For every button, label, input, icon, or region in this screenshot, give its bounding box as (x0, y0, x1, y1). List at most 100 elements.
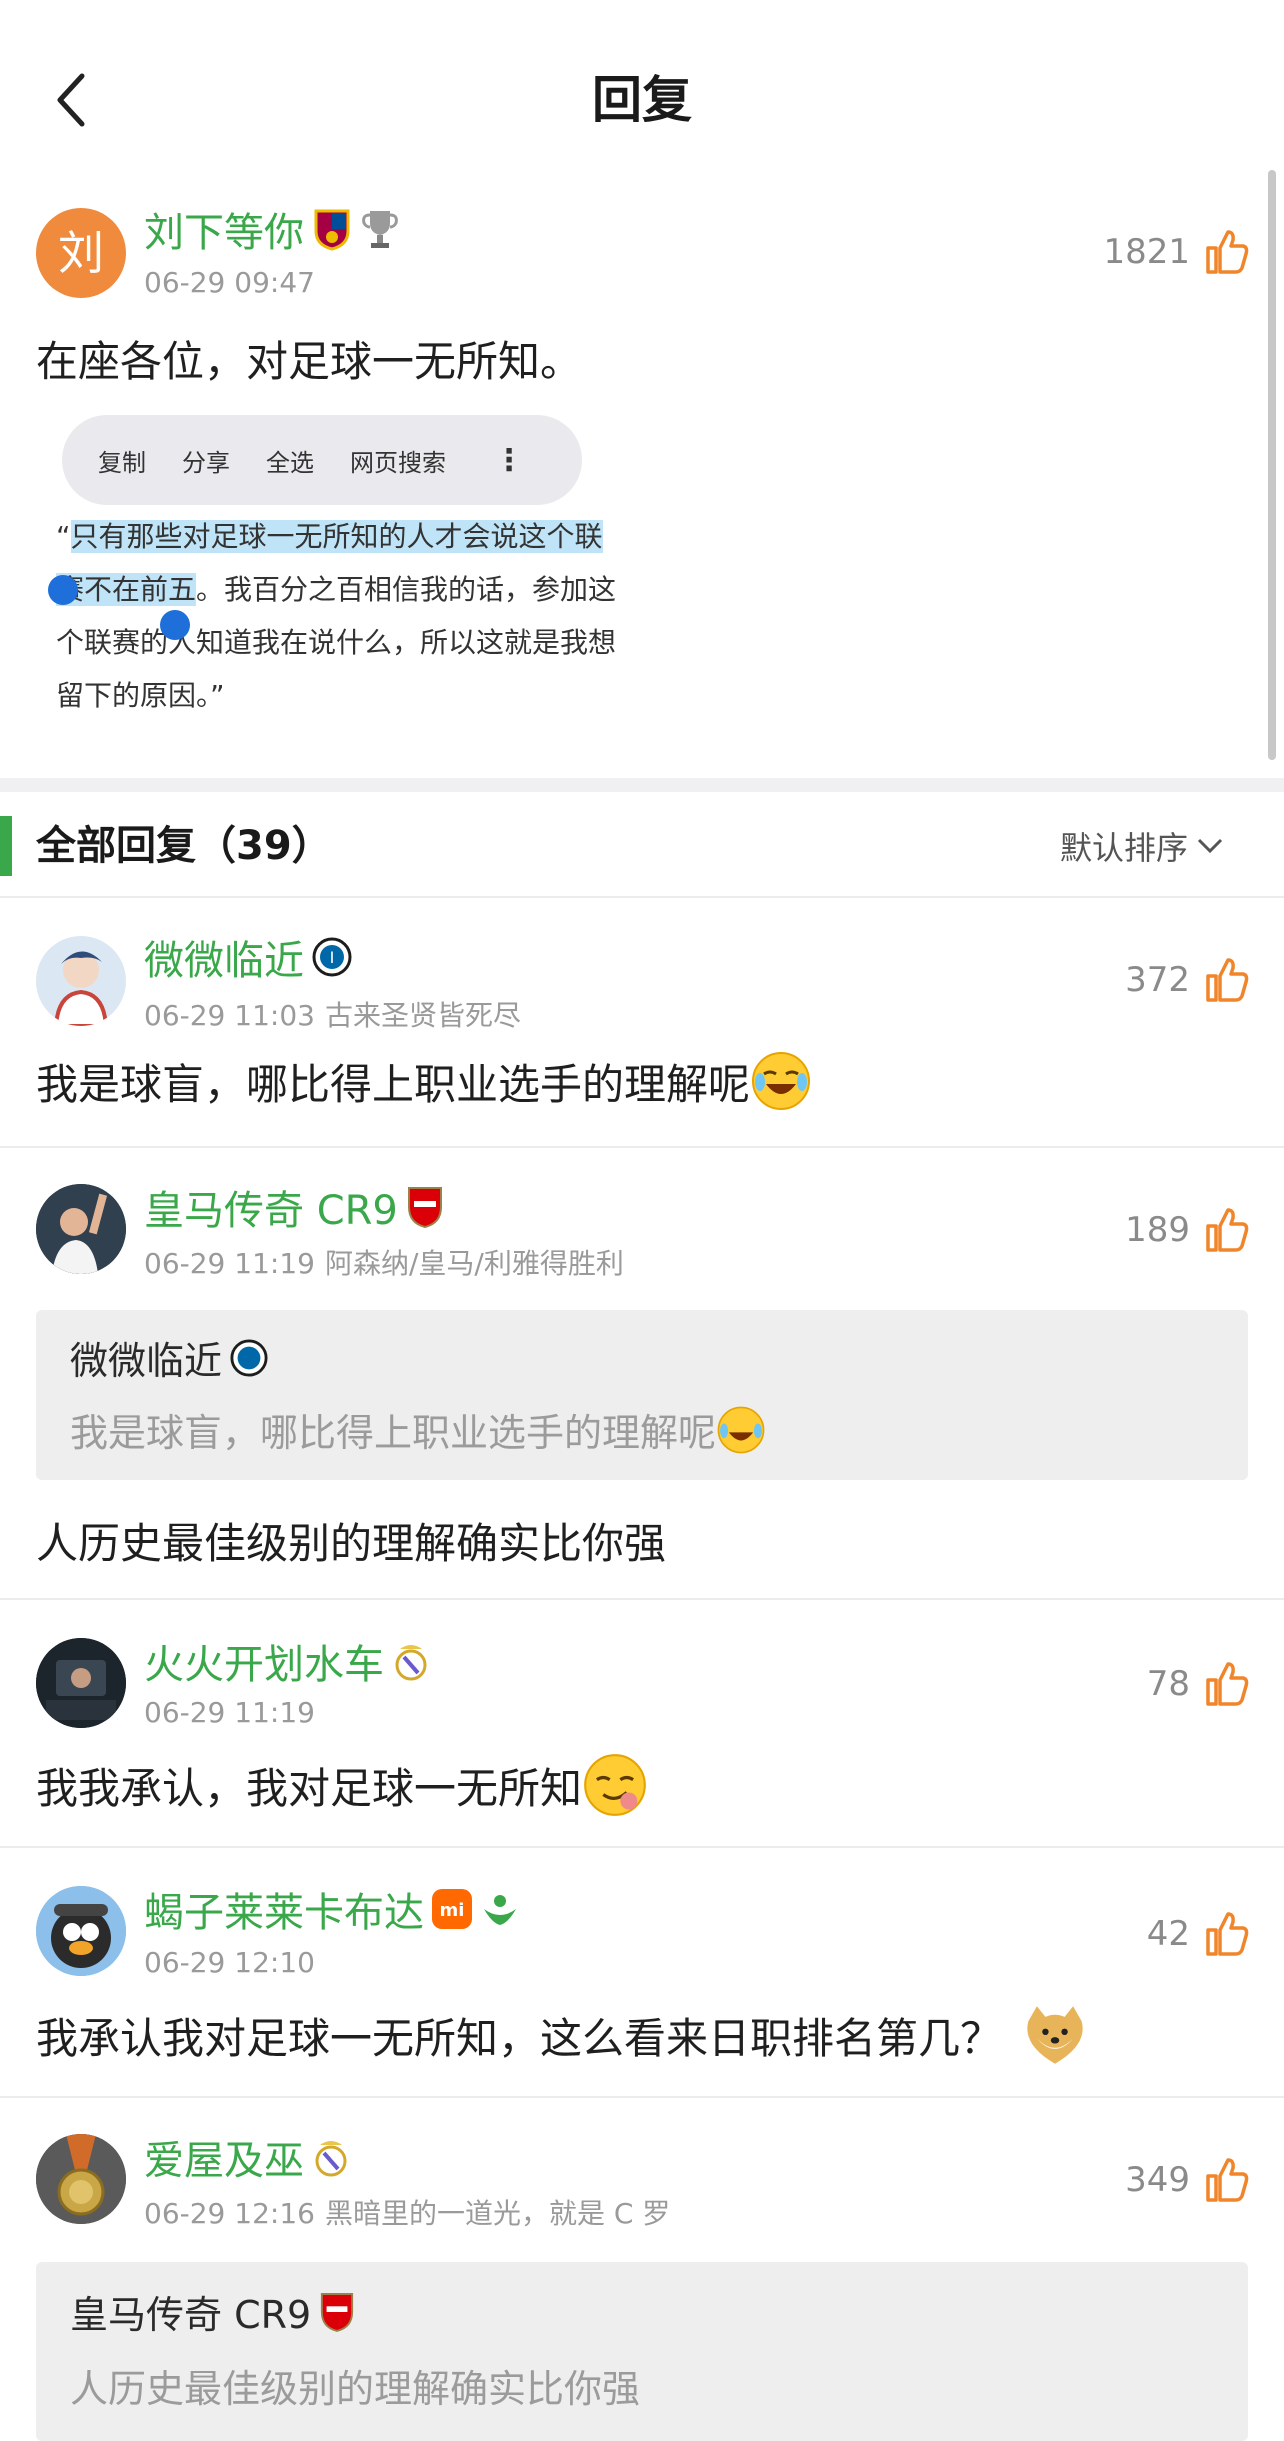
reply-timestamp: 06-29 12:16 (144, 2197, 315, 2230)
divider (0, 1598, 1284, 1600)
thumbs-up-icon (1206, 230, 1249, 274)
reply-tag: 古来圣贤皆死尽 (324, 999, 521, 1032)
reply-username[interactable]: 微微临近 I (144, 928, 352, 986)
reply-meta: 06-29 11:19 阿森纳/皇马/利雅得胜利 (144, 1242, 624, 1282)
more-vertical-icon: ⋮ (494, 442, 524, 478)
divider (0, 1146, 1284, 1148)
reply-content: 我我承认，我对足球一无所知 (36, 1752, 648, 1818)
reply-username[interactable]: 爱屋及巫 (144, 2128, 350, 2186)
reply-meta: 06-29 11:19 (144, 1696, 315, 1729)
section-divider (0, 778, 1284, 792)
reply-meta: 06-29 11:03 古来圣贤皆死尽 (144, 994, 521, 1034)
smug-emoji-icon (584, 1754, 646, 1816)
menu-item-share: 分享 (182, 448, 230, 477)
avatar[interactable] (36, 1184, 126, 1274)
reply-text: 我我承认，我对足球一无所知 (36, 1763, 583, 1813)
arsenal-badge-icon (407, 1187, 442, 1229)
quoted-text: 我是球盲，哪比得上职业选手的理解呢 (70, 1402, 766, 1457)
reply-like-button[interactable]: 349 (1125, 2156, 1250, 2204)
like-count: 78 (1146, 1664, 1190, 1704)
sort-dropdown[interactable]: 默认排序 (1060, 800, 1224, 892)
avatar-initial: 刘 (58, 226, 104, 280)
reply-tag: 阿森纳/皇马/利雅得胜利 (324, 1247, 624, 1280)
reply-like-button[interactable]: 372 (1125, 956, 1250, 1004)
barcelona-badge-icon (314, 209, 350, 251)
reply-content: 我是球盲，哪比得上职业选手的理解呢 (36, 1050, 812, 1112)
quoted-username: 微微临近 (70, 1330, 268, 1385)
replies-section-header: 全部回复（39） 默认排序 (0, 800, 1284, 892)
username-text: 爱屋及巫 (144, 2138, 304, 2184)
reply-timestamp: 06-29 11:19 (144, 1696, 315, 1729)
avatar[interactable] (36, 2134, 126, 2224)
reply-timestamp: 06-29 11:19 (144, 1247, 315, 1280)
reply-timestamp: 06-29 11:03 (144, 999, 315, 1032)
menu-item-copy: 复制 (98, 448, 146, 477)
reply-like-button[interactable]: 42 (1147, 1910, 1250, 1958)
xiaomi-badge-icon: mi (432, 1889, 472, 1929)
inter-milan-badge-icon: I (312, 937, 352, 977)
context-menu-screenshot: 复制 分享 全选 网页搜索 ⋮ (62, 415, 582, 505)
reply-like-button[interactable]: 189 (1125, 1206, 1250, 1254)
quoted-username-text: 皇马传奇 CR9 (70, 2293, 312, 2337)
like-count: 189 (1125, 1210, 1190, 1250)
divider (0, 2096, 1284, 2098)
main-post-username[interactable]: 刘下等你 (144, 200, 400, 258)
reply-text: 我是球盲，哪比得上职业选手的理解呢 (36, 1059, 751, 1109)
reply-like-button[interactable]: 78 (1147, 1660, 1250, 1708)
quoted-username: 皇马传奇 CR9 (70, 2284, 355, 2339)
avatar[interactable]: 刘 (36, 208, 126, 298)
username-text: 蝎子莱莱卡布达 (144, 1890, 424, 1936)
menu-item-web-search: 网页搜索 (350, 448, 446, 477)
header: 回复 (0, 0, 1284, 180)
like-count: 1821 (1103, 232, 1190, 272)
avatar[interactable] (36, 1886, 126, 1976)
like-count: 42 (1146, 1914, 1190, 1954)
quote-line-2-rest: 。我百分之百相信我的话，参加这 (196, 573, 617, 606)
divider (0, 1846, 1284, 1848)
thumbs-up-icon (1206, 2158, 1249, 2202)
arsenal-badge-icon (321, 2292, 354, 2332)
section-accent-bar (0, 816, 12, 876)
svg-text:I: I (330, 948, 335, 967)
reply-content: 人历史最佳级别的理解确实比你强 (36, 1519, 667, 1568)
trophy-icon (362, 211, 398, 248)
username-text: 微微临近 (144, 938, 304, 984)
quoted-reply[interactable]: 皇马传奇 CR9 人历史最佳级别的理解确实比你强 (36, 2262, 1248, 2441)
like-count: 372 (1125, 960, 1190, 1000)
username-text: 火火开划水车 (144, 1642, 384, 1688)
post-image[interactable]: 复制 分享 全选 网页搜索 ⋮ “只有那些对足球一无所知的人才会说这个联 赛不在… (36, 410, 726, 730)
thumbs-up-icon (1206, 1662, 1249, 1706)
menu-item-select-all: 全选 (266, 448, 314, 477)
reply-username[interactable]: 皇马传奇 CR9 (144, 1178, 444, 1236)
divider (0, 896, 1284, 898)
inter-milan-badge-icon (230, 1338, 268, 1377)
avatar[interactable] (36, 936, 126, 1026)
reply-text: 我承认我对足球一无所知，这么看来日职排名第几？ (36, 2013, 1003, 2063)
quote-text: “只有那些对足球一无所知的人才会说这个联 赛不在前五。我百分之百相信我的话，参加… (48, 510, 736, 722)
quote-open: “ (56, 520, 71, 553)
avatar[interactable] (36, 1638, 126, 1728)
page-title: 回复 (592, 71, 692, 129)
laughing-crying-emoji-icon (717, 1406, 765, 1453)
reply-timestamp: 06-29 12:10 (144, 1946, 315, 1979)
real-madrid-badge-icon (395, 1645, 427, 1681)
quoted-reply[interactable]: 微微临近 我是球盲，哪比得上职业选手的理解呢 (36, 1310, 1248, 1480)
quoted-text-content: 我是球盲，哪比得上职业选手的理解呢 (70, 1411, 717, 1455)
thumbs-up-icon (1206, 1208, 1249, 1252)
main-post-like-button[interactable]: 1821 (1103, 228, 1250, 276)
reply-tag: 黑暗里的一道光，就是 C 罗 (324, 2197, 671, 2230)
charity-badge-icon (484, 1895, 516, 1925)
scrollbar[interactable] (1268, 170, 1276, 760)
selection-handle-start (48, 575, 78, 605)
reply-meta: 06-29 12:16 黑暗里的一道光，就是 C 罗 (144, 2192, 670, 2232)
like-count: 349 (1125, 2160, 1190, 2200)
replies-title: 全部回复（39） (36, 823, 332, 869)
svg-text:mi: mi (440, 1900, 465, 1921)
reply-username[interactable]: 蝎子莱莱卡布达 mi (144, 1880, 520, 1938)
quote-line-1: 只有那些对足球一无所知的人才会说这个联 (70, 520, 603, 553)
username-text: 皇马传奇 CR9 (144, 1188, 398, 1234)
laughing-crying-emoji-icon (752, 1052, 811, 1110)
quote-line-3: 个联赛的人知道我在说什么，所以这就是我想 (56, 626, 617, 659)
doge-emoji-icon (1027, 2006, 1083, 2064)
reply-username[interactable]: 火火开划水车 (144, 1632, 430, 1690)
